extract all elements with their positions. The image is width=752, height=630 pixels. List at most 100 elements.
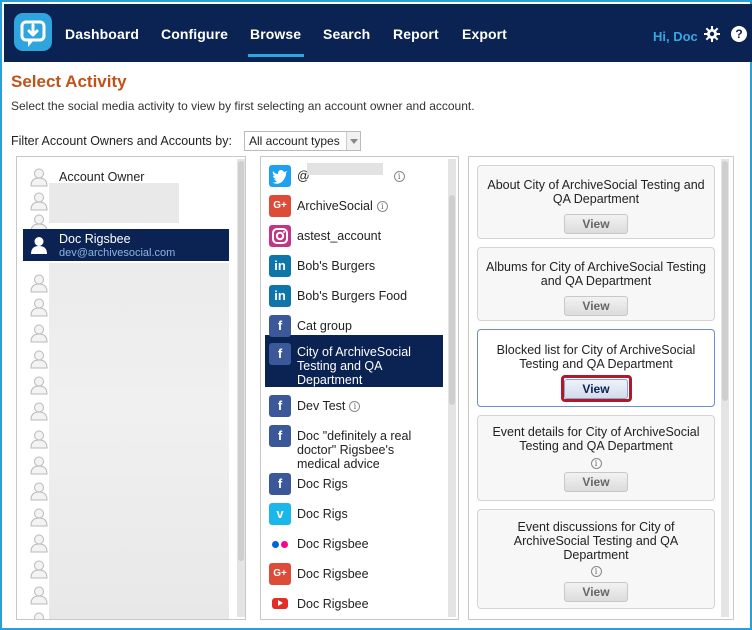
activity-title: Albums for City of ArchiveSocial Testing…: [485, 260, 706, 288]
person-icon: [30, 560, 48, 579]
nav-active-indicator: [248, 54, 304, 57]
view-button[interactable]: View: [564, 472, 628, 492]
activity-card: Event discussions for City of ArchiveSoc…: [477, 509, 715, 609]
twitter-icon: [269, 165, 291, 187]
person-icon: [30, 376, 48, 395]
owner-scroll-thumb[interactable]: [238, 161, 244, 561]
activity-card: Event details for City of ArchiveSocial …: [477, 415, 715, 501]
google-plus-icon: G+: [269, 563, 291, 585]
view-button[interactable]: View: [564, 582, 628, 602]
account-name: Doc Rigsbee: [297, 567, 369, 581]
account-scrollbar[interactable]: [448, 159, 456, 617]
person-icon: [30, 274, 48, 293]
activity-scrollbar[interactable]: [721, 159, 729, 617]
person-icon: [30, 586, 48, 605]
nav-configure[interactable]: Configure: [161, 26, 228, 42]
user-greeting[interactable]: Hi, Doc: [653, 29, 698, 44]
account-name: astest_account: [297, 229, 382, 243]
linkedin-icon: in: [269, 285, 291, 307]
account-name: ArchiveSocial i: [297, 199, 447, 213]
activity-title: Blocked list for City of ArchiveSocial T…: [496, 343, 696, 371]
facebook-icon: f: [269, 425, 291, 447]
archivesocial-logo-icon[interactable]: [14, 13, 52, 51]
person-icon: [30, 430, 48, 449]
facebook-icon: f: [269, 343, 291, 365]
nav-search[interactable]: Search: [323, 26, 370, 42]
help-icon[interactable]: ?: [731, 26, 747, 42]
account-name: Cat group: [297, 319, 352, 333]
person-icon: [31, 237, 47, 254]
filter-label: Filter Account Owners and Accounts by:: [11, 134, 232, 148]
view-button[interactable]: View: [564, 379, 628, 399]
filter-selected-value: All account types: [249, 134, 340, 148]
activity-card: Blocked list for City of ArchiveSocial T…: [477, 329, 715, 407]
person-icon: [30, 508, 48, 527]
redacted-handle: [307, 163, 383, 175]
account-scroll-thumb[interactable]: [449, 195, 455, 405]
facebook-icon: f: [269, 315, 291, 337]
selected-owner-name: Doc Rigsbee: [59, 232, 131, 246]
account-item[interactable]: Doc Rigsbee: [267, 593, 447, 619]
vimeo-icon: v: [269, 503, 291, 525]
account-name: Dev Test i: [297, 399, 447, 413]
nav-export[interactable]: Export: [462, 26, 507, 42]
person-icon: [30, 456, 48, 475]
info-icon[interactable]: i: [590, 566, 602, 577]
person-icon: [30, 298, 48, 317]
person-icon: [30, 482, 48, 501]
activity-card: About City of ArchiveSocial Testing and …: [477, 165, 715, 239]
redacted-owner-names: [49, 183, 179, 223]
gear-icon[interactable]: [704, 26, 720, 42]
info-icon[interactable]: i: [349, 401, 361, 412]
person-icon: [30, 168, 48, 187]
account-item[interactable]: f City of ArchiveSocial Testing and QA De…: [267, 343, 447, 393]
info-icon[interactable]: i: [393, 171, 405, 182]
account-panel[interactable]: @ i G+ ArchiveSocial i astest_account in Bob's …: [260, 156, 459, 620]
account-name: Doc Rigs: [297, 477, 348, 491]
page-title: Select Activity: [11, 72, 127, 91]
owner-header-label: Account Owner: [59, 170, 145, 184]
person-icon: [30, 350, 48, 369]
info-icon-wrap: i: [478, 454, 714, 472]
info-icon-wrap: i: [478, 562, 714, 580]
redacted-owner-names: [49, 263, 229, 619]
linkedin-icon: in: [269, 255, 291, 277]
owner-scrollbar[interactable]: [237, 159, 245, 617]
person-icon: [30, 402, 48, 421]
account-name: Bob's Burgers Food: [297, 289, 408, 303]
selected-owner-email: dev@archivesocial.com: [59, 247, 176, 259]
activity-title: Event details for City of ArchiveSocial …: [492, 425, 700, 453]
activity-panel[interactable]: About City of ArchiveSocial Testing and …: [468, 156, 734, 620]
person-icon: [34, 612, 44, 619]
account-item[interactable]: f Doc "definitely a real doctor" Rigsbee'…: [267, 425, 447, 475]
selected-owner-row[interactable]: Doc Rigsbee dev@archivesocial.com: [23, 229, 229, 261]
flickr-icon: [269, 533, 291, 555]
nav-browse[interactable]: Browse: [250, 26, 301, 42]
nav-dashboard[interactable]: Dashboard: [65, 26, 139, 42]
person-icon: [30, 534, 48, 553]
account-type-filter-select[interactable]: All account types: [244, 131, 361, 151]
activity-card: Albums for City of ArchiveSocial Testing…: [477, 247, 715, 321]
top-nav: Dashboard Configure Browse Search Report…: [4, 4, 752, 62]
account-name: Doc "definitely a real doctor" Rigsbee's…: [297, 429, 412, 471]
activity-title: Event discussions for City of ArchiveSoc…: [513, 520, 679, 562]
activity-scroll-thumb[interactable]: [722, 161, 728, 401]
account-name: Bob's Burgers: [297, 259, 376, 273]
person-icon: [30, 192, 48, 211]
account-owner-panel[interactable]: Account Owner Doc Rigsbee dev@archivesoc…: [16, 156, 246, 620]
app-window: Dashboard Configure Browse Search Report…: [0, 0, 752, 630]
nav-report[interactable]: Report: [393, 26, 439, 42]
view-button[interactable]: View: [564, 214, 628, 234]
google-plus-icon: G+: [269, 195, 291, 217]
instructions-text: Select the social media activity to view…: [11, 99, 475, 113]
view-button[interactable]: View: [564, 296, 628, 316]
account-name: Doc Rigsbee: [297, 597, 369, 611]
facebook-icon: f: [269, 395, 291, 417]
instagram-icon: [269, 225, 291, 247]
info-icon[interactable]: i: [376, 201, 388, 212]
account-name: Doc Rigsbee: [297, 537, 369, 551]
person-icon: [30, 324, 48, 343]
facebook-icon: f: [269, 473, 291, 495]
account-name: Doc Rigs: [297, 507, 348, 521]
info-icon[interactable]: i: [590, 458, 602, 469]
